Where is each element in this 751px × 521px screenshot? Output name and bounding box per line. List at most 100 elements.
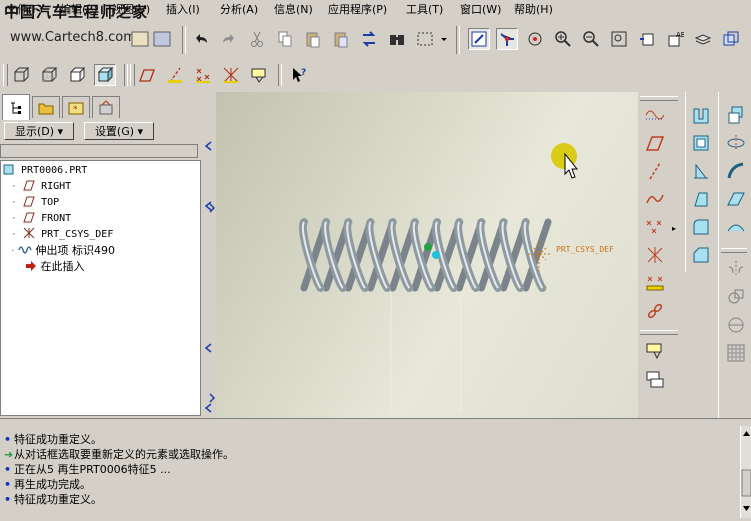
zoom-in-button[interactable] <box>552 28 574 50</box>
tab-connections[interactable] <box>92 96 120 118</box>
message-scrollbar[interactable] <box>740 426 751 518</box>
file-icons-group <box>131 31 171 47</box>
favorites-icon: * <box>68 102 84 115</box>
tab-folder-browser[interactable] <box>32 96 60 118</box>
zoom-out-button[interactable] <box>580 28 602 50</box>
datum-axes-button[interactable] <box>164 64 186 86</box>
datum-point-tool-button[interactable] <box>644 216 666 238</box>
boundary-blend-button[interactable] <box>725 216 747 238</box>
layers-button[interactable] <box>692 28 714 50</box>
datum-plane-icon <box>23 180 35 191</box>
tree-connector: · <box>11 244 15 257</box>
menu-window[interactable]: 窗口(W) <box>460 2 501 18</box>
binoculars-icon <box>390 35 404 45</box>
tree-item-insert-here[interactable]: 在此插入 <box>25 259 85 274</box>
redo-button[interactable] <box>218 28 240 50</box>
merge-tool-button[interactable] <box>725 286 747 308</box>
tree-item-front[interactable]: · FRONT <box>11 211 71 226</box>
tab-favorites[interactable]: * <box>62 96 90 118</box>
graphics-viewport[interactable]: PRT_CSYS_DEF <box>216 92 638 418</box>
context-help-button[interactable]: ? <box>288 64 310 86</box>
blend-tool-button[interactable] <box>725 188 747 210</box>
message-text: 从对话框选取要重新定义的元素或选取操作。 <box>14 448 234 461</box>
datum-points-icon <box>196 68 210 83</box>
menu-applications[interactable]: 应用程序(P) <box>328 2 387 18</box>
tree-item-right[interactable]: · RIGHT <box>11 179 71 194</box>
paste-special-button[interactable] <box>330 28 352 50</box>
note-icon <box>646 343 662 360</box>
undo-button[interactable] <box>190 28 212 50</box>
revolve-tool-button[interactable] <box>725 132 747 154</box>
datum-curve-tool-button[interactable] <box>644 188 666 210</box>
csys-tool-button[interactable] <box>644 244 666 266</box>
trim-tool-button[interactable] <box>725 314 747 336</box>
tree-item-part[interactable]: PRT0006.PRT <box>3 163 87 178</box>
wireframe-button[interactable] <box>10 64 32 86</box>
copy-icon <box>278 31 292 47</box>
table-tool-button[interactable] <box>644 368 666 390</box>
no-hidden-cube-icon <box>70 67 86 82</box>
datum-curve-icon <box>646 194 664 204</box>
spring-model[interactable]: PRT_CSYS_DEF <box>216 92 638 418</box>
chamfer-tool-button[interactable] <box>690 244 712 266</box>
refit-button[interactable] <box>608 28 630 50</box>
settings-dropdown-button[interactable]: 设置(G) ▾ <box>84 122 154 140</box>
zoom-out-icon <box>583 31 599 47</box>
datum-plane-tool-button[interactable] <box>644 132 666 154</box>
paste-button[interactable] <box>302 28 324 50</box>
model-display-button[interactable] <box>720 28 742 50</box>
datum-planes-button[interactable] <box>136 64 158 86</box>
tree-options-bar: 显示(D) ▾ 设置(G) ▾ <box>0 120 216 142</box>
svg-text:?: ? <box>301 68 306 78</box>
shaded-cube-icon <box>97 66 114 83</box>
menu-tools[interactable]: 工具(T) <box>406 2 443 18</box>
hidden-line-button[interactable] <box>38 64 60 86</box>
saved-views-button[interactable]: AB <box>664 28 686 50</box>
folder-icon <box>38 103 54 114</box>
model-display-icon <box>723 31 739 46</box>
datum-points-button[interactable] <box>192 64 214 86</box>
rib-tool-button[interactable] <box>690 160 712 182</box>
select-box-button[interactable] <box>414 28 436 50</box>
shell-tool-button[interactable] <box>690 132 712 154</box>
menu-insert[interactable]: 插入(I) <box>166 2 200 18</box>
message-line: • 特征成功重定义。 <box>4 492 102 507</box>
spin-center-button[interactable] <box>496 28 518 50</box>
repaint-button[interactable] <box>468 28 490 50</box>
analysis-feature-button[interactable] <box>644 272 666 294</box>
hole-tool-button[interactable] <box>690 104 712 126</box>
menu-info[interactable]: 信息(N) <box>274 2 313 18</box>
pattern-icon <box>727 344 745 362</box>
note-tool-button[interactable] <box>644 340 666 362</box>
regenerate-button[interactable] <box>358 28 380 50</box>
reorient-button[interactable] <box>636 28 658 50</box>
find-button[interactable] <box>386 28 408 50</box>
draft-tool-button[interactable] <box>690 188 712 210</box>
chain-tool-button[interactable] <box>644 300 666 322</box>
tree-item-top[interactable]: · TOP <box>11 195 59 210</box>
copy-button[interactable] <box>274 28 296 50</box>
flyout-arrow-icon[interactable]: ▸ <box>672 224 676 233</box>
extrude-tool-button[interactable] <box>725 104 747 126</box>
tree-item-protrusion[interactable]: · 伸出项 标识490 <box>11 243 115 258</box>
tab-model-tree[interactable] <box>2 94 30 120</box>
tree-item-csys[interactable]: · PRT_CSYS_DEF <box>11 227 113 242</box>
shading-button[interactable] <box>94 64 116 86</box>
csys-display-button[interactable] <box>220 64 242 86</box>
datum-axis-tool-button[interactable] <box>644 160 666 182</box>
orient-mode-button[interactable] <box>524 28 546 50</box>
variable-sweep-button[interactable] <box>725 160 747 182</box>
select-filter-dropdown[interactable] <box>438 28 450 50</box>
menu-help[interactable]: 帮助(H) <box>514 2 553 18</box>
sketched-curve-button[interactable] <box>644 104 666 126</box>
show-dropdown-button[interactable]: 显示(D) ▾ <box>4 122 74 140</box>
round-tool-button[interactable] <box>690 216 712 238</box>
menu-analysis[interactable]: 分析(A) <box>220 2 258 18</box>
datum-feature-toolbar: ▸ <box>638 92 684 418</box>
annotations-button[interactable] <box>248 64 270 86</box>
cut-button[interactable] <box>246 28 268 50</box>
pattern-tool-button[interactable] <box>725 342 747 364</box>
mirror-tool-button[interactable] <box>725 258 747 280</box>
no-hidden-button[interactable] <box>66 64 88 86</box>
csys-label: PRT_CSYS_DEF <box>556 245 614 254</box>
